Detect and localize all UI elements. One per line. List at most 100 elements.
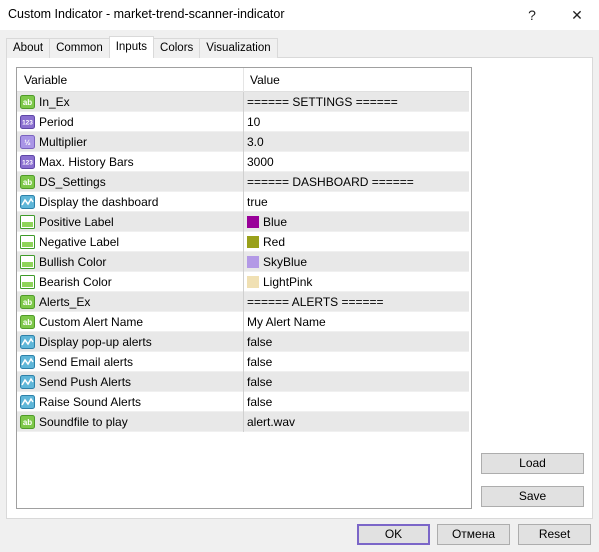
table-row[interactable]: Display pop-up alerts false [17,332,471,352]
double-icon: ½ [20,135,35,149]
column-header-variable[interactable]: Variable [24,73,67,87]
variable-name: Display pop-up alerts [39,335,152,349]
ab-icon: ab [20,315,35,329]
svg-text:ab: ab [23,178,32,187]
table-row[interactable]: Send Email alerts false [17,352,471,372]
value-text: false [247,355,273,369]
color-swatch[interactable] [247,216,259,228]
value-text: ====== SETTINGS ====== [247,95,398,109]
table-row[interactable]: 123 Max. History Bars 3000 [17,152,471,172]
variable-name: DS_Settings [39,175,106,189]
svg-text:ab: ab [23,418,32,427]
table-row[interactable]: ab Soundfile to play alert.wav [17,412,471,432]
ok-button[interactable]: OK [357,524,430,545]
variable-name: Bullish Color [39,255,107,269]
variable-value[interactable]: SkyBlue [247,255,307,269]
tab-colors[interactable]: Colors [153,38,201,58]
table-row[interactable]: ab In_Ex ====== SETTINGS ====== [17,92,471,112]
variable-value[interactable]: Blue [247,215,287,229]
svg-text:ab: ab [23,318,32,327]
tab-inputs[interactable]: Inputs [108,36,155,58]
table-row[interactable]: Negative Label Red [17,232,471,252]
table-row[interactable]: ab DS_Settings ====== DASHBOARD ====== [17,172,471,192]
color-swatch[interactable] [247,256,259,268]
table-row[interactable]: ab Custom Alert Name My Alert Name [17,312,471,332]
variable-value[interactable]: 3000 [247,155,274,169]
variable-value[interactable]: false [247,395,272,409]
variable-value[interactable]: LightPink [247,275,312,289]
help-button[interactable]: ? [510,0,554,30]
variable-value[interactable]: 3.0 [247,135,264,149]
variable-value[interactable]: ====== DASHBOARD ====== [247,175,414,189]
table-row[interactable]: ½ Multiplier 3.0 [17,132,471,152]
value-text: ====== DASHBOARD ====== [247,175,414,189]
color-icon [20,275,35,289]
tab-strip: About Common Inputs Colors Visualization [6,36,278,58]
cancel-button[interactable]: Отмена [437,524,510,545]
column-header-value[interactable]: Value [250,73,280,87]
table-row[interactable]: Send Push Alerts false [17,372,471,392]
color-swatch[interactable] [247,276,259,288]
ab-icon: ab [20,175,35,189]
value-text: Red [263,235,286,249]
inputs-grid: Variable Value ab In_Ex ====== SETTINGS ==… [16,67,472,509]
svg-text:123: 123 [22,120,33,127]
value-text: false [247,335,273,349]
grid-scrollbar[interactable] [469,68,471,508]
variable-value[interactable]: 10 [247,115,260,129]
variable-value[interactable]: My Alert Name [247,315,326,329]
svg-text:123: 123 [22,160,33,167]
svg-text:ab: ab [23,98,32,107]
variable-value[interactable]: true [247,195,268,209]
table-row[interactable]: Bullish Color SkyBlue [17,252,471,272]
bool-icon [20,395,35,409]
value-text: true [247,195,268,209]
variable-name: Positive Label [39,215,114,229]
variable-value[interactable]: Red [247,235,285,249]
variable-value[interactable]: false [247,335,272,349]
load-button[interactable]: Load [481,453,584,474]
table-row[interactable]: Bearish Color LightPink [17,272,471,292]
variable-name: Custom Alert Name [39,315,144,329]
table-row[interactable]: Positive Label Blue [17,212,471,232]
variable-name: Bearish Color [39,275,112,289]
ab-icon: ab [20,95,35,109]
bool-icon [20,335,35,349]
reset-button[interactable]: Reset [518,524,591,545]
tab-visualization[interactable]: Visualization [199,38,278,58]
variable-name: Raise Sound Alerts [39,395,142,409]
ab-icon: ab [20,415,35,429]
variable-value[interactable]: false [247,375,272,389]
variable-name: Send Email alerts [39,355,134,369]
value-text: 3000 [247,155,274,169]
table-row[interactable]: ab Alerts_Ex ====== ALERTS ====== [17,292,471,312]
tab-common[interactable]: Common [49,38,110,58]
variable-value[interactable]: false [247,355,272,369]
integer-icon: 123 [20,155,35,169]
color-swatch[interactable] [247,236,259,248]
value-text: ====== ALERTS ====== [247,295,384,309]
variable-name: Max. History Bars [39,155,134,169]
variable-value[interactable]: ====== ALERTS ====== [247,295,384,309]
save-button[interactable]: Save [481,486,584,507]
variable-name: Negative Label [39,235,120,249]
variable-value[interactable]: alert.wav [247,415,295,429]
grid-header: Variable Value [17,68,471,92]
value-text: false [247,395,273,409]
variable-value[interactable]: ====== SETTINGS ====== [247,95,398,109]
variable-name: Alerts_Ex [39,295,91,309]
value-text: alert.wav [247,415,296,429]
tab-about[interactable]: About [6,38,51,58]
value-text: Blue [263,215,288,229]
value-text: My Alert Name [247,315,326,329]
value-text: 10 [247,115,261,129]
table-row[interactable]: Raise Sound Alerts false [17,392,471,412]
variable-name: Soundfile to play [39,415,128,429]
color-icon [20,215,35,229]
close-button[interactable]: ✕ [555,0,599,30]
table-row[interactable]: 123 Period 10 [17,112,471,132]
value-text: false [247,375,273,389]
integer-icon: 123 [20,115,35,129]
table-row[interactable]: Display the dashboard true [17,192,471,212]
svg-text:ab: ab [23,298,32,307]
